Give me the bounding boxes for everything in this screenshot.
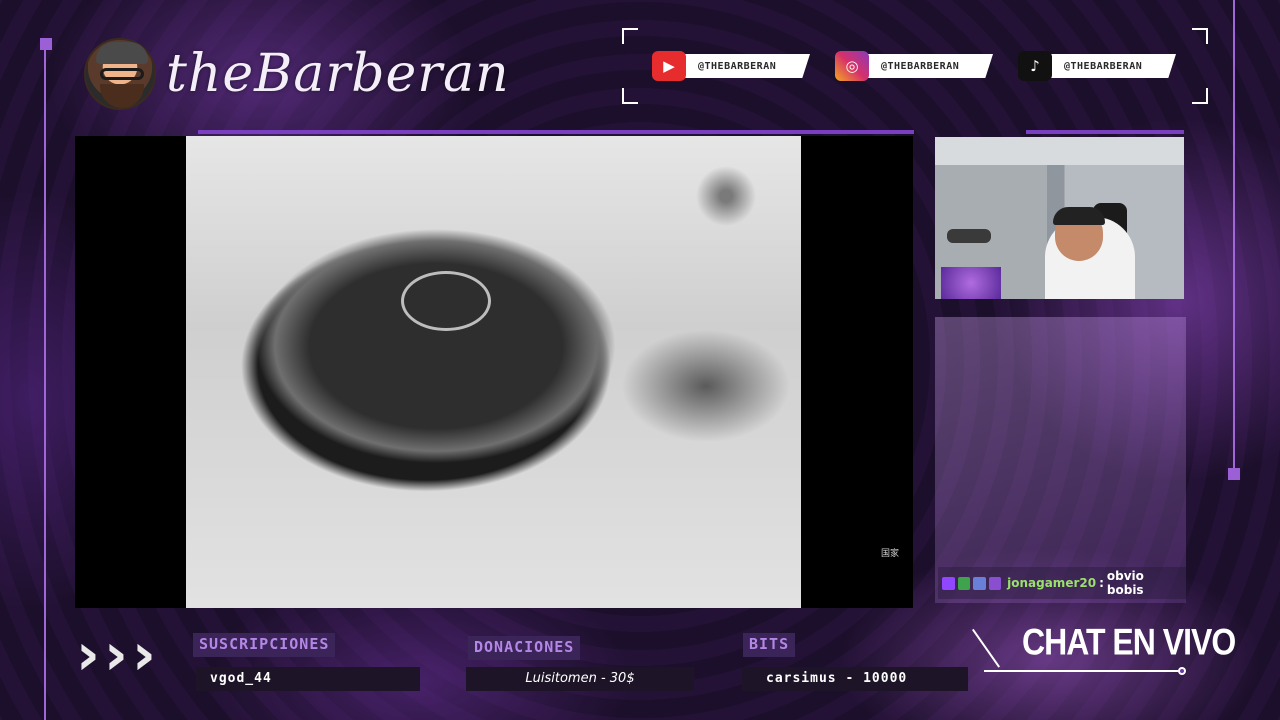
bits-value: carsimus - 10000 bbox=[742, 667, 968, 691]
social-youtube[interactable]: ▶ @THEBARBERAN bbox=[652, 51, 810, 81]
social-links-panel: ▶ @THEBARBERAN ◎ @THEBARBERAN ♪ @THEBARB… bbox=[622, 28, 1208, 104]
twitch-badge-icon bbox=[942, 576, 955, 590]
bits-label: BITS bbox=[743, 633, 796, 657]
chat-text: obvio bobis bbox=[1106, 569, 1144, 597]
chat-live-dot bbox=[1178, 667, 1186, 675]
frame-line-right bbox=[1233, 0, 1235, 470]
cam-accent-line bbox=[1026, 130, 1184, 134]
gem-badge-icon bbox=[973, 576, 986, 590]
sword-badge-icon bbox=[957, 576, 971, 590]
screen-watermark: 国家 bbox=[881, 549, 900, 559]
avatar bbox=[84, 38, 156, 110]
social-instagram[interactable]: ◎ @THEBARBERAN bbox=[835, 51, 993, 81]
screen-accent-line bbox=[198, 130, 914, 134]
channel-name: theBarberan bbox=[166, 44, 510, 104]
chat-panel: jonagamer20 : obvio bobis bbox=[935, 317, 1186, 603]
frame-line-left bbox=[44, 50, 46, 720]
frame-dot-top-left bbox=[40, 38, 52, 50]
chat-username: jonagamer20 bbox=[1007, 576, 1097, 590]
social-tiktok[interactable]: ♪ @THEBARBERAN bbox=[1018, 51, 1176, 81]
youtube-handle: @THEBARBERAN bbox=[682, 54, 810, 78]
chevrons-icon: › › › bbox=[76, 620, 156, 688]
instagram-icon: ◎ bbox=[835, 51, 869, 81]
donations-value: Luisitomen - 30$ bbox=[466, 667, 694, 691]
chat-separator: : bbox=[1099, 576, 1104, 590]
donations-label: DONACIONES bbox=[468, 636, 581, 660]
channel-logo: theBarberan bbox=[84, 38, 510, 110]
crater-image bbox=[186, 136, 801, 608]
frame-dot-right bbox=[1228, 468, 1240, 480]
chat-live-decor bbox=[972, 628, 1001, 668]
tiktok-handle: @THEBARBERAN bbox=[1048, 54, 1176, 78]
tiktok-icon: ♪ bbox=[1018, 51, 1052, 81]
chat-live-underline bbox=[984, 670, 1180, 672]
webcam-feed bbox=[935, 137, 1184, 299]
subs-label: SUSCRIPCIONES bbox=[193, 633, 336, 657]
chat-live-title: CHAT EN VIVO bbox=[1022, 621, 1236, 663]
instagram-handle: @THEBARBERAN bbox=[865, 54, 993, 78]
chat-message: jonagamer20 : obvio bobis bbox=[938, 567, 1186, 599]
subs-value: vgod_44 bbox=[196, 667, 420, 691]
screen-share: 国家 bbox=[75, 136, 913, 608]
diamond-badge-icon bbox=[988, 576, 1002, 590]
youtube-icon: ▶ bbox=[652, 51, 686, 81]
